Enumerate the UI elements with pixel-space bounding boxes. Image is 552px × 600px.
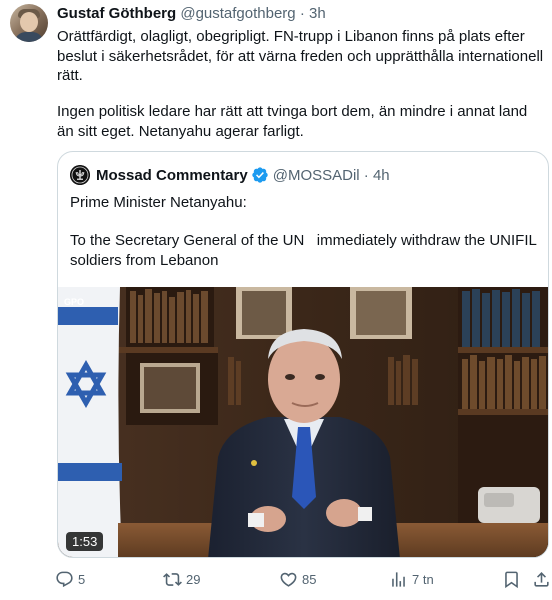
- avatar-face: [20, 12, 38, 32]
- quoted-author-name[interactable]: Mossad Commentary: [96, 167, 248, 184]
- views-button[interactable]: 7 tn: [389, 566, 434, 592]
- like-icon: [280, 572, 297, 587]
- views-count: 7 tn: [412, 571, 434, 587]
- video-player[interactable]: GPO 1:53: [58, 287, 548, 557]
- gpo-watermark: GPO: [64, 297, 84, 307]
- tweet-time[interactable]: 3h: [309, 5, 326, 22]
- quoted-avatar[interactable]: [70, 165, 90, 185]
- repost-button[interactable]: 29: [163, 566, 200, 592]
- video-duration: 1:53: [66, 532, 104, 551]
- repost-icon: [163, 572, 182, 586]
- views-icon: [392, 571, 405, 587]
- separator-dot: ·: [299, 5, 305, 22]
- tweet-text-paragraph-1: Orättfärdigt, olagligt, obegripligt. FN-…: [57, 28, 544, 85]
- author-name[interactable]: Gustaf Göthberg: [57, 5, 176, 22]
- share-button[interactable]: [532, 566, 551, 592]
- reply-button[interactable]: 5: [55, 566, 85, 592]
- reply-count: 5: [78, 571, 86, 587]
- reply-icon: [56, 571, 73, 587]
- quoted-author-handle[interactable]: @MOSSADil: [273, 167, 360, 184]
- like-count: 85: [302, 571, 317, 587]
- like-button[interactable]: 85: [279, 566, 316, 592]
- bookmark-icon: [505, 571, 518, 588]
- quoted-text-line-2: To the Secretary General of the UN immed…: [70, 232, 541, 269]
- tweet[interactable]: Gustaf Göthberg @gustafgothberg · 3h Orä…: [0, 0, 552, 600]
- repost-count: 29: [186, 571, 201, 587]
- quoted-time[interactable]: 4h: [373, 167, 390, 184]
- bookmark-button[interactable]: [502, 566, 521, 592]
- tweet-header: Gustaf Göthberg @gustafgothberg · 3h: [57, 5, 326, 23]
- author-avatar[interactable]: [10, 4, 48, 42]
- author-handle[interactable]: @gustafgothberg: [180, 5, 295, 22]
- verified-badge-icon: [251, 166, 269, 184]
- quoted-header: Mossad Commentary @MOSSADil · 4h: [70, 164, 390, 186]
- quoted-text-line-1: Prime Minister Netanyahu:: [70, 194, 247, 211]
- action-bar: 5 29 85 7 tn: [55, 566, 552, 592]
- avatar-body: [14, 32, 44, 42]
- tweet-text-paragraph-2: Ingen politisk ledare har rätt att tving…: [57, 103, 528, 140]
- video-frame: GPO: [58, 287, 548, 557]
- quoted-separator-dot: ·: [359, 166, 373, 184]
- share-icon: [534, 571, 549, 587]
- quoted-tweet[interactable]: Mossad Commentary @MOSSADil · 4h Prime M…: [57, 151, 549, 558]
